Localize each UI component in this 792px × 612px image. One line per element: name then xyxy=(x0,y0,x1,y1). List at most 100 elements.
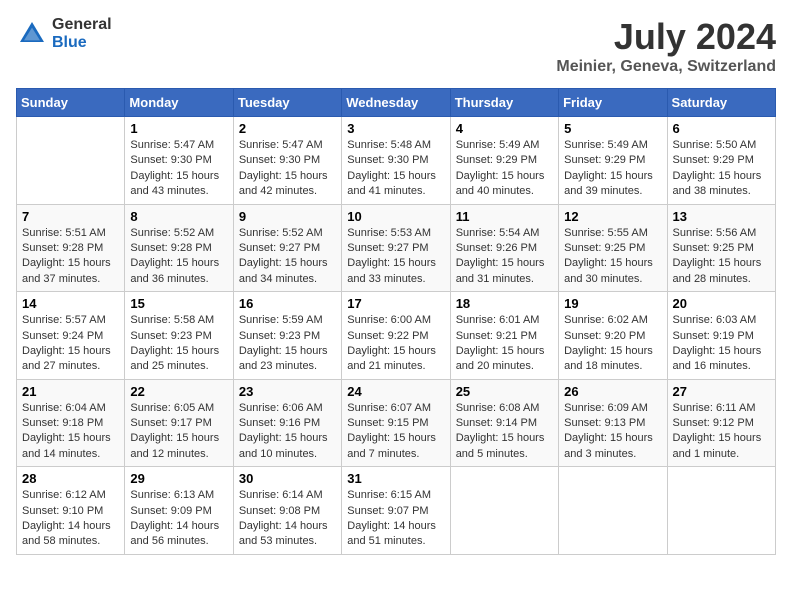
calendar-cell: 13Sunrise: 5:56 AM Sunset: 9:25 PM Dayli… xyxy=(667,204,775,292)
calendar-cell: 12 Sunrise: 5:55 AM Sunset: 9:25 PM Dayli… xyxy=(559,204,667,292)
day-header-thursday: Thursday xyxy=(450,89,558,117)
calendar-week-2: 7Sunrise: 5:51 AM Sunset: 9:28 PM Daylig… xyxy=(17,204,776,292)
calendar-cell: 18 Sunrise: 6:01 AM Sunset: 9:21 PM Dayli… xyxy=(450,292,558,380)
day-number: 1 xyxy=(130,121,227,136)
day-number: 24 xyxy=(347,384,444,399)
cell-content: Sunrise: 6:14 AM Sunset: 9:08 PM Dayligh… xyxy=(239,488,336,550)
cell-content: Sunrise: 6:05 AM Sunset: 9:17 PM Dayligh… xyxy=(130,401,227,463)
title-block: July 2024 Meinier, Geneva, Switzerland xyxy=(556,16,776,76)
day-header-tuesday: Tuesday xyxy=(233,89,341,117)
day-number: 20 xyxy=(673,296,770,311)
calendar-cell xyxy=(667,467,775,555)
cell-content: Sunrise: 5:57 AM Sunset: 9:24 PM Dayligh… xyxy=(22,313,119,375)
cell-content: Sunrise: 5:52 AM Sunset: 9:27 PM Dayligh… xyxy=(239,226,336,288)
cell-content: Sunrise: 6:08 AM Sunset: 9:14 PM Dayligh… xyxy=(456,401,553,463)
calendar-cell: 4 Sunrise: 5:49 AM Sunset: 9:29 PM Daylig… xyxy=(450,117,558,205)
day-number: 10 xyxy=(347,209,444,224)
cell-content: Sunrise: 5:47 AM Sunset: 9:30 PM Dayligh… xyxy=(130,138,227,200)
calendar-cell: 23Sunrise: 6:06 AM Sunset: 9:16 PM Dayli… xyxy=(233,379,341,467)
day-number: 18 xyxy=(456,296,553,311)
calendar-cell: 6 Sunrise: 5:50 AM Sunset: 9:29 PM Daylig… xyxy=(667,117,775,205)
logo: General Blue xyxy=(16,16,112,51)
day-number: 17 xyxy=(347,296,444,311)
cell-content: Sunrise: 5:49 AM Sunset: 9:29 PM Dayligh… xyxy=(564,138,661,200)
day-number: 22 xyxy=(130,384,227,399)
calendar-cell: 15 Sunrise: 5:58 AM Sunset: 9:23 PM Dayli… xyxy=(125,292,233,380)
calendar-week-4: 21 Sunrise: 6:04 AM Sunset: 9:18 PM Dayli… xyxy=(17,379,776,467)
cell-content: Sunrise: 6:07 AM Sunset: 9:15 PM Dayligh… xyxy=(347,401,444,463)
day-header-wednesday: Wednesday xyxy=(342,89,450,117)
day-header-monday: Monday xyxy=(125,89,233,117)
day-number: 26 xyxy=(564,384,661,399)
location: Meinier, Geneva, Switzerland xyxy=(556,58,776,76)
day-header-saturday: Saturday xyxy=(667,89,775,117)
day-number: 19 xyxy=(564,296,661,311)
logo-icon xyxy=(16,18,48,50)
cell-content: Sunrise: 5:59 AM Sunset: 9:23 PM Dayligh… xyxy=(239,313,336,375)
calendar-cell: 1 Sunrise: 5:47 AM Sunset: 9:30 PM Daylig… xyxy=(125,117,233,205)
calendar-week-1: 1 Sunrise: 5:47 AM Sunset: 9:30 PM Daylig… xyxy=(17,117,776,205)
cell-content: Sunrise: 6:13 AM Sunset: 9:09 PM Dayligh… xyxy=(130,488,227,550)
calendar-header-row: SundayMondayTuesdayWednesdayThursdayFrid… xyxy=(17,89,776,117)
cell-content: Sunrise: 6:03 AM Sunset: 9:19 PM Dayligh… xyxy=(673,313,770,375)
day-number: 14 xyxy=(22,296,119,311)
day-number: 4 xyxy=(456,121,553,136)
day-number: 29 xyxy=(130,471,227,486)
day-number: 6 xyxy=(673,121,770,136)
calendar-cell: 20 Sunrise: 6:03 AM Sunset: 9:19 PM Dayli… xyxy=(667,292,775,380)
page-header: General Blue July 2024 Meinier, Geneva, … xyxy=(16,16,776,76)
day-number: 12 xyxy=(564,209,661,224)
calendar-cell: 28 Sunrise: 6:12 AM Sunset: 9:10 PM Dayli… xyxy=(17,467,125,555)
calendar-cell xyxy=(559,467,667,555)
cell-content: Sunrise: 5:47 AM Sunset: 9:30 PM Dayligh… xyxy=(239,138,336,200)
day-number: 15 xyxy=(130,296,227,311)
cell-content: Sunrise: 6:01 AM Sunset: 9:21 PM Dayligh… xyxy=(456,313,553,375)
day-number: 16 xyxy=(239,296,336,311)
calendar-cell: 19 Sunrise: 6:02 AM Sunset: 9:20 PM Dayli… xyxy=(559,292,667,380)
cell-content: Sunrise: 6:15 AM Sunset: 9:07 PM Dayligh… xyxy=(347,488,444,550)
cell-content: Sunrise: 5:49 AM Sunset: 9:29 PM Dayligh… xyxy=(456,138,553,200)
cell-content: Sunrise: 5:58 AM Sunset: 9:23 PM Dayligh… xyxy=(130,313,227,375)
calendar-cell: 5Sunrise: 5:49 AM Sunset: 9:29 PM Daylig… xyxy=(559,117,667,205)
day-number: 9 xyxy=(239,209,336,224)
calendar-cell xyxy=(17,117,125,205)
day-number: 28 xyxy=(22,471,119,486)
calendar-cell: 24 Sunrise: 6:07 AM Sunset: 9:15 PM Dayli… xyxy=(342,379,450,467)
logo-general-text: General xyxy=(52,16,112,34)
cell-content: Sunrise: 6:09 AM Sunset: 9:13 PM Dayligh… xyxy=(564,401,661,463)
day-number: 11 xyxy=(456,209,553,224)
day-header-sunday: Sunday xyxy=(17,89,125,117)
calendar-cell: 17Sunrise: 6:00 AM Sunset: 9:22 PM Dayli… xyxy=(342,292,450,380)
calendar-cell: 16 Sunrise: 5:59 AM Sunset: 9:23 PM Dayli… xyxy=(233,292,341,380)
calendar-week-5: 28 Sunrise: 6:12 AM Sunset: 9:10 PM Dayli… xyxy=(17,467,776,555)
day-number: 25 xyxy=(456,384,553,399)
cell-content: Sunrise: 6:06 AM Sunset: 9:16 PM Dayligh… xyxy=(239,401,336,463)
calendar-week-3: 14 Sunrise: 5:57 AM Sunset: 9:24 PM Dayli… xyxy=(17,292,776,380)
day-number: 30 xyxy=(239,471,336,486)
logo-blue-text: Blue xyxy=(52,34,112,52)
calendar-cell: 26 Sunrise: 6:09 AM Sunset: 9:13 PM Dayli… xyxy=(559,379,667,467)
calendar-cell: 27 Sunrise: 6:11 AM Sunset: 9:12 PM Dayli… xyxy=(667,379,775,467)
day-number: 21 xyxy=(22,384,119,399)
calendar-cell: 10Sunrise: 5:53 AM Sunset: 9:27 PM Dayli… xyxy=(342,204,450,292)
calendar-cell: 7Sunrise: 5:51 AM Sunset: 9:28 PM Daylig… xyxy=(17,204,125,292)
calendar-cell: 3Sunrise: 5:48 AM Sunset: 9:30 PM Daylig… xyxy=(342,117,450,205)
calendar-cell: 25 Sunrise: 6:08 AM Sunset: 9:14 PM Dayli… xyxy=(450,379,558,467)
cell-content: Sunrise: 5:50 AM Sunset: 9:29 PM Dayligh… xyxy=(673,138,770,200)
cell-content: Sunrise: 6:12 AM Sunset: 9:10 PM Dayligh… xyxy=(22,488,119,550)
day-number: 27 xyxy=(673,384,770,399)
calendar-cell: 21 Sunrise: 6:04 AM Sunset: 9:18 PM Dayli… xyxy=(17,379,125,467)
calendar-cell: 2 Sunrise: 5:47 AM Sunset: 9:30 PM Daylig… xyxy=(233,117,341,205)
day-number: 2 xyxy=(239,121,336,136)
cell-content: Sunrise: 5:55 AM Sunset: 9:25 PM Dayligh… xyxy=(564,226,661,288)
cell-content: Sunrise: 5:52 AM Sunset: 9:28 PM Dayligh… xyxy=(130,226,227,288)
day-number: 31 xyxy=(347,471,444,486)
calendar-cell: 11 Sunrise: 5:54 AM Sunset: 9:26 PM Dayli… xyxy=(450,204,558,292)
cell-content: Sunrise: 5:54 AM Sunset: 9:26 PM Dayligh… xyxy=(456,226,553,288)
cell-content: Sunrise: 6:11 AM Sunset: 9:12 PM Dayligh… xyxy=(673,401,770,463)
day-number: 3 xyxy=(347,121,444,136)
logo-text: General Blue xyxy=(52,16,112,51)
calendar-cell: 30 Sunrise: 6:14 AM Sunset: 9:08 PM Dayli… xyxy=(233,467,341,555)
cell-content: Sunrise: 6:04 AM Sunset: 9:18 PM Dayligh… xyxy=(22,401,119,463)
cell-content: Sunrise: 6:02 AM Sunset: 9:20 PM Dayligh… xyxy=(564,313,661,375)
